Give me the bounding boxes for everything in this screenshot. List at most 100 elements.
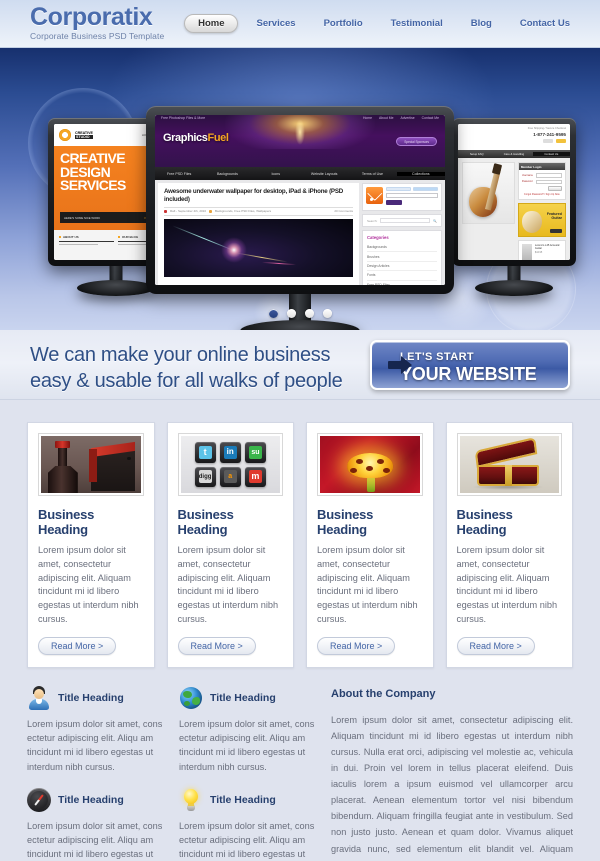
- slider-dot-3[interactable]: [304, 309, 314, 318]
- title-item-heading: Title Heading: [58, 793, 124, 806]
- title-items-grid: Title Heading Lorem ipsum dolor sit amet…: [27, 685, 317, 861]
- gf-nav-icons[interactable]: Icons: [252, 172, 300, 176]
- read-more-button[interactable]: Read More >: [177, 636, 256, 655]
- monitor-right[interactable]: Free Shipping / Secure Checkout 1-877-24…: [452, 118, 576, 296]
- gs-header: Free Shipping / Secure Checkout 1-877-24…: [458, 124, 570, 150]
- gf-category-item[interactable]: Fonts: [367, 271, 437, 281]
- title-item-heading: Title Heading: [210, 691, 276, 704]
- start-your-website-button[interactable]: LET'S START YOUR WEBSITE: [370, 340, 570, 390]
- nav-item-blog[interactable]: Blog: [457, 18, 506, 29]
- gf-top-nav-contact[interactable]: Contact Me: [422, 116, 439, 120]
- gf-category-item[interactable]: Backgrounds: [367, 243, 437, 253]
- feature-thumbnail[interactable]: t in su digg a m: [177, 433, 283, 496]
- gf-top-nav-home[interactable]: Home: [363, 116, 372, 120]
- gf-nav-terms[interactable]: Terms of Use: [348, 172, 396, 176]
- read-more-button[interactable]: Read More >: [317, 636, 396, 655]
- featured-guitar-banner[interactable]: Featured Guitar: [517, 203, 566, 237]
- gf-meta-left: Rafi - September 4th, 2010 Backgrounds, …: [164, 209, 271, 213]
- nav-item-home[interactable]: Home: [184, 14, 239, 33]
- light-beam-graphic: [295, 119, 305, 145]
- slider-dot-2[interactable]: [286, 309, 296, 318]
- read-more-button[interactable]: Read More >: [38, 636, 117, 655]
- gf-top-nav-about[interactable]: About Me: [379, 116, 394, 120]
- text-line: [59, 241, 114, 242]
- gf-category-item[interactable]: Free PSD Files: [367, 281, 437, 285]
- gs-nav-contact[interactable]: Contact Us: [532, 152, 570, 156]
- monitor-bezel: Free Photoshop Files & More Home About M…: [146, 106, 454, 294]
- payment-icon: [543, 139, 553, 143]
- feature-thumbnail[interactable]: [456, 433, 562, 496]
- monitor-base: [240, 320, 360, 330]
- gf-email-input[interactable]: [386, 193, 438, 198]
- featured-guitar-shape: [521, 211, 542, 233]
- gs-nav-setup-faq[interactable]: Setup FAQ: [458, 152, 495, 156]
- login-username-input[interactable]: [535, 173, 562, 178]
- treasure-chest-thumb: [459, 436, 559, 493]
- gf-top-nav-advertise[interactable]: Advertise: [401, 116, 415, 120]
- folder-icon: [209, 209, 213, 213]
- gf-meta-comments[interactable]: 20 Comments: [334, 209, 353, 213]
- gf-email-row: [386, 193, 438, 198]
- featured-badge[interactable]: [550, 229, 562, 233]
- gf-nav-layouts[interactable]: Website Layouts: [300, 172, 348, 176]
- gf-submit-button[interactable]: [386, 200, 402, 205]
- site-logo[interactable]: Corporatix Corporate Business PSD Templa…: [30, 4, 164, 42]
- linkedin-glyph: in: [223, 445, 237, 459]
- nav-item-testimonial[interactable]: Testimonial: [377, 18, 457, 29]
- reddit-icon: a: [219, 466, 241, 487]
- login-password-input[interactable]: [535, 179, 562, 184]
- login-links[interactable]: Forgot Password? / Sign Up Now: [522, 193, 562, 196]
- graphicsfuel-site: Free Photoshop Files & More Home About M…: [155, 115, 445, 285]
- gf-submit-row: [386, 200, 438, 205]
- main-navigation: Home Services Portfolio Testimonial Blog…: [184, 14, 584, 33]
- feature-thumbnail[interactable]: [38, 433, 144, 496]
- stumbleupon-icon: su: [244, 442, 266, 463]
- rss-icon[interactable]: [366, 187, 383, 204]
- twitter-icon: t: [194, 442, 216, 463]
- title-item-header: Title Heading: [179, 788, 317, 812]
- mushroom-spot: [349, 467, 357, 474]
- digg-icon: digg: [194, 466, 216, 487]
- feature-box-1: Business Heading Lorem ipsum dolor sit a…: [27, 422, 155, 668]
- read-more-button[interactable]: Read More >: [456, 636, 535, 655]
- nav-item-portfolio[interactable]: Portfolio: [310, 18, 377, 29]
- search-icon[interactable]: 🔍: [433, 219, 437, 223]
- gf-category-item[interactable]: Design Articles: [367, 262, 437, 272]
- gf-meta-author: Rafi - September 4th, 2010: [170, 209, 207, 213]
- slider-dot-1[interactable]: [268, 309, 278, 318]
- monitor-base: [475, 280, 553, 296]
- title-item-description: Lorem ipsum dolor sit amet, cons ectetur…: [27, 718, 163, 772]
- monitor-base: [77, 280, 155, 296]
- featured-line2: Guitar: [551, 215, 562, 220]
- gf-subscribe-fields: [386, 187, 438, 207]
- gf-search-box[interactable]: Search: 🔍: [362, 214, 442, 227]
- guitar-photo: [462, 162, 515, 224]
- feature-thumbnail[interactable]: [317, 433, 423, 496]
- gf-top-nav: Home About Me Advertise Contact Me: [363, 116, 439, 120]
- guitar-headstock: [491, 163, 503, 175]
- gf-category-item[interactable]: Brushes: [367, 252, 437, 262]
- monitor-screen: Free Shipping / Secure Checkout 1-877-24…: [458, 124, 570, 260]
- gf-post-title[interactable]: Awesome underwater wallpaper for desktop…: [164, 188, 353, 204]
- nav-item-contact-us[interactable]: Contact Us: [506, 18, 584, 29]
- title-item-description: Lorem ipsum dolor sit amet, cons ectetur…: [27, 820, 163, 860]
- gf-nav-collections[interactable]: Collections: [396, 171, 445, 176]
- cta-button-line-2: YOUR WEBSITE: [400, 363, 537, 384]
- mushroom-spot: [382, 467, 390, 474]
- title-item-3: Title Heading Lorem ipsum dolor sit amet…: [27, 787, 165, 861]
- gf-nav-free-psd[interactable]: Free PSD Files: [155, 172, 203, 176]
- gs-body: Member Login Username Password Forgot Pa…: [458, 158, 570, 260]
- monitor-screen: Free Photoshop Files & More Home About M…: [155, 115, 445, 285]
- nav-item-services[interactable]: Services: [242, 18, 309, 29]
- login-submit-button[interactable]: [548, 186, 562, 191]
- user-icon-collar: [36, 698, 42, 704]
- gf-nav-backgrounds[interactable]: Backgrounds: [203, 172, 251, 176]
- slider-dot-4[interactable]: [322, 309, 332, 318]
- monitor-center[interactable]: Free Photoshop Files & More Home About M…: [146, 106, 454, 330]
- gs-nav-care[interactable]: Care & Handling: [495, 152, 532, 156]
- product-listing[interactable]: Lorenzo L45 Acoustic Guitar $44.95: [517, 240, 566, 260]
- gf-search-input[interactable]: [380, 218, 431, 223]
- gf-topbar: Free Photoshop Files & More Home About M…: [155, 116, 445, 120]
- gf-sponsor-badge[interactable]: Special Sponsors: [396, 137, 437, 146]
- mushroom-spot: [355, 458, 363, 464]
